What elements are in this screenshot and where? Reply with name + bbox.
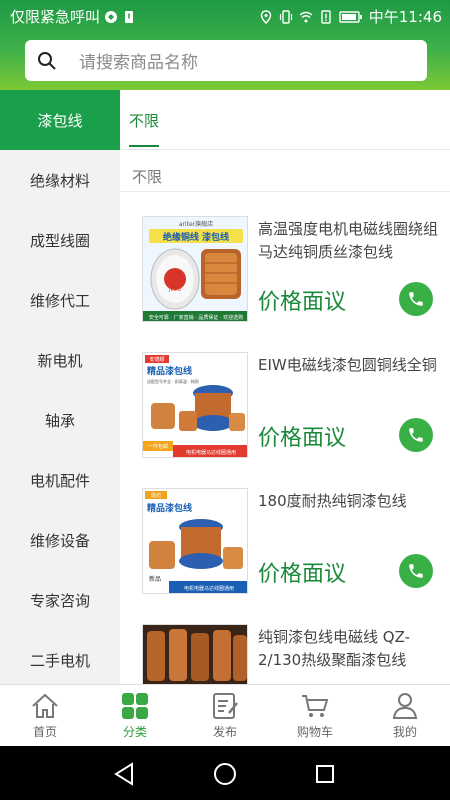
sidebar-item-motor-parts[interactable]: 电机配件 bbox=[0, 450, 120, 510]
product-content: 不限 不限 ariter旗舰店 绝缘铜线 漆包线 JECO 安全可靠 · 厂家直 bbox=[120, 90, 450, 684]
home-circle-icon[interactable] bbox=[214, 763, 236, 785]
sidebar-item-expert-consult[interactable]: 专家咨询 bbox=[0, 570, 120, 630]
recents-icon[interactable] bbox=[316, 765, 334, 783]
nav-category[interactable]: 分类 bbox=[90, 685, 180, 746]
sidebar-item-label: 漆包线 bbox=[37, 111, 83, 130]
product-image-badge: 一件包邮 bbox=[148, 443, 168, 450]
product-image[interactable]: 勋坊 精品漆包线 新品 电机电器马达线圈通用 bbox=[142, 488, 248, 594]
product-image-tag: 安德顺 bbox=[149, 356, 164, 363]
profile-icon bbox=[392, 693, 418, 719]
vibrate-icon bbox=[279, 9, 292, 24]
sidebar-item-label: 二手电机 bbox=[29, 651, 90, 670]
call-button[interactable] bbox=[399, 282, 433, 316]
search-icon[interactable] bbox=[37, 51, 57, 71]
nav-profile[interactable]: 我的 bbox=[360, 685, 450, 746]
home-icon bbox=[32, 693, 58, 718]
battery-alert-icon bbox=[125, 10, 134, 23]
category-sidebar: 漆包线 绝缘材料 成型线圈 维修代工 新电机 轴承 电机配件 维修设备 专家咨询… bbox=[0, 90, 120, 684]
nav-publish[interactable]: 发布 bbox=[180, 685, 270, 746]
nav-label: 首页 bbox=[32, 725, 57, 739]
location-icon bbox=[260, 9, 272, 24]
product-price: 价格面议 bbox=[258, 562, 347, 587]
sidebar-item-label: 成型线圈 bbox=[29, 231, 90, 250]
product-title[interactable]: EIW电磁线漆包圆铜线全铜 bbox=[258, 354, 440, 377]
sidebar-item-label: 维修代工 bbox=[29, 291, 90, 310]
system-navigation-bar bbox=[0, 746, 450, 800]
sidebar-item-enameled-wire[interactable]: 漆包线 bbox=[0, 90, 120, 150]
cart-icon bbox=[302, 695, 329, 717]
product-image-shop: ariter旗舰店 bbox=[179, 220, 213, 228]
product-title[interactable]: 180度耐热纯铜漆包线 bbox=[258, 490, 440, 513]
sidebar-item-label: 新电机 bbox=[37, 351, 83, 370]
tab-unlimited[interactable]: 不限 bbox=[129, 110, 159, 131]
product-image-specs: 适配型号齐全 · 耐高温 · 纯铜 bbox=[147, 378, 199, 384]
search-input[interactable]: 请搜索商品名称 bbox=[79, 48, 198, 73]
sidebar-item-label: 电机配件 bbox=[29, 471, 90, 490]
phone-icon bbox=[409, 292, 423, 306]
bottom-navigation: 首页 分类 发布 购物车 我的 bbox=[0, 684, 450, 746]
call-button[interactable] bbox=[399, 554, 433, 588]
product-title[interactable]: 纯铜漆包线电磁线 QZ-2/130热级聚酯漆包线 bbox=[258, 626, 440, 672]
nav-label: 我的 bbox=[392, 725, 417, 739]
product-item[interactable]: 纯铜漆包线电磁线 QZ-2/130热级聚酯漆包线 bbox=[120, 600, 450, 684]
product-image-footer: 安全可靠 · 厂家直销 · 品质保证 · 欢迎选购 bbox=[149, 314, 243, 321]
tab-underline bbox=[129, 145, 159, 147]
nav-home[interactable]: 首页 bbox=[0, 685, 90, 746]
nav-label: 发布 bbox=[212, 725, 237, 739]
search-bar[interactable]: 请搜索商品名称 bbox=[25, 40, 427, 81]
sidebar-item-repair-oem[interactable]: 维修代工 bbox=[0, 270, 120, 330]
clock-time: 中午11:46 bbox=[368, 8, 442, 26]
sidebar-item-label: 轴承 bbox=[44, 411, 75, 430]
product-image[interactable]: ariter旗舰店 绝缘铜线 漆包线 JECO 安全可靠 · 厂家直销 · 品质… bbox=[142, 216, 248, 322]
publish-icon bbox=[213, 693, 238, 719]
nav-label: 购物车 bbox=[296, 725, 333, 739]
phone-icon bbox=[409, 564, 423, 578]
sidebar-item-bearing[interactable]: 轴承 bbox=[0, 390, 120, 450]
carrier-text: 仅限紧急呼叫 bbox=[10, 8, 101, 26]
product-item[interactable]: ariter旗舰店 绝缘铜线 漆包线 JECO 安全可靠 · 厂家直销 · 品质… bbox=[120, 192, 450, 328]
sidebar-item-label: 维修设备 bbox=[29, 531, 90, 550]
battery-icon bbox=[339, 10, 362, 23]
product-image-banner: 精品漆包线 bbox=[147, 365, 192, 377]
sim-alert-icon bbox=[321, 9, 331, 24]
sidebar-item-used-motor[interactable]: 二手电机 bbox=[0, 630, 120, 684]
filter-text: 不限 bbox=[132, 168, 163, 186]
filter-label[interactable]: 不限 bbox=[120, 150, 450, 192]
subcategory-tabs: 不限 bbox=[120, 90, 450, 150]
sidebar-item-insulation[interactable]: 绝缘材料 bbox=[0, 150, 120, 210]
nav-cart[interactable]: 购物车 bbox=[270, 685, 360, 746]
sidebar-item-label: 绝缘材料 bbox=[29, 171, 90, 190]
product-item[interactable]: 勋坊 精品漆包线 新品 电机电器马达线圈通用 180度耐热纯铜漆包线 价格面议 bbox=[120, 464, 450, 600]
phone-icon bbox=[409, 428, 423, 442]
back-icon[interactable] bbox=[114, 762, 133, 786]
product-image-banner: 精品漆包线 bbox=[147, 502, 192, 514]
sidebar-item-new-motor[interactable]: 新电机 bbox=[0, 330, 120, 390]
product-image-tag: 勋坊 bbox=[151, 492, 161, 499]
sidebar-item-formed-coils[interactable]: 成型线圈 bbox=[0, 210, 120, 270]
product-image-brand: JECO bbox=[168, 287, 181, 293]
product-image-banner: 绝缘铜线 漆包线 bbox=[163, 231, 229, 243]
product-price: 价格面议 bbox=[258, 426, 347, 451]
product-price: 价格面议 bbox=[258, 290, 347, 315]
wifi-icon bbox=[299, 11, 313, 22]
sidebar-item-label: 专家咨询 bbox=[29, 591, 90, 610]
notification-icon bbox=[105, 10, 118, 23]
product-image[interactable]: 安德顺 精品漆包线 适配型号齐全 · 耐高温 · 纯铜 一件包邮 电机电器马达线… bbox=[142, 352, 248, 458]
call-button[interactable] bbox=[399, 418, 433, 452]
product-item[interactable]: 安德顺 精品漆包线 适配型号齐全 · 耐高温 · 纯铜 一件包邮 电机电器马达线… bbox=[120, 328, 450, 464]
product-image[interactable] bbox=[142, 624, 248, 684]
nav-label: 分类 bbox=[122, 725, 147, 739]
product-image-badge: 新品 bbox=[149, 575, 161, 583]
status-bar: 仅限紧急呼叫 中午11:46 bbox=[0, 0, 450, 32]
product-title[interactable]: 高温强度电机电磁线圈绕组马达纯铜质丝漆包线 bbox=[258, 218, 440, 264]
app-header: 仅限紧急呼叫 中午11:46 请搜索商品名称 bbox=[0, 0, 450, 90]
product-image-footer: 电机电器马达线圈通用 bbox=[186, 449, 236, 456]
sidebar-item-repair-equipment[interactable]: 维修设备 bbox=[0, 510, 120, 570]
category-icon bbox=[122, 693, 148, 719]
product-image-footer: 电机电器马达线圈通用 bbox=[184, 585, 234, 592]
